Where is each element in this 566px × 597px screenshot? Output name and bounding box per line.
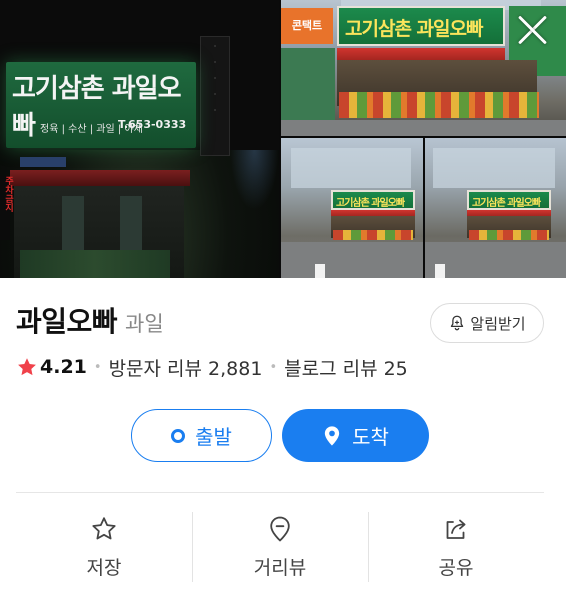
save-button-label: 저장 [86,556,122,579]
shop-awning [10,170,190,186]
separator-dot: • [269,359,278,375]
visitor-reviews-link[interactable]: 방문자 리뷰 2,881 [109,354,263,381]
origin-circle-icon [171,428,186,443]
road-marking [315,264,325,278]
depart-button[interactable]: 출발 [131,409,272,462]
neighbor-shop [281,48,335,128]
neighbor-sign-text: 콘택트 [291,19,323,32]
alarm-button[interactable]: 알림받기 [430,303,544,343]
produce-display [333,230,413,240]
star-icon [18,358,36,376]
share-icon [446,519,466,539]
share-button[interactable]: 공유 [368,512,544,582]
title-row: 과일오빠 과일 [16,300,164,340]
location-pin-icon [324,425,340,446]
photo-bottom-right[interactable]: 고기삼촌 과일오빠 [425,138,566,278]
storefront-sign-title: 고기삼촌 과일오빠 [345,18,483,40]
storefront-sign: 고기삼촌 과일오빠 [467,190,551,210]
storefront-sign: 고기삼촌 과일오빠 [337,6,505,46]
storefront-sign-title: 고기삼촌 과일오빠 [472,198,541,209]
shop-awning [337,48,505,60]
divider [16,492,544,493]
produce-display [339,92,539,118]
photo-gallery[interactable]: · · · · · 고기삼촌 과일오빠 정육 | 수산 | 과일 | 야채 T.653-… [0,0,566,278]
location-pin-outline-icon [270,516,290,541]
place-name: 과일오빠 [16,305,118,338]
star-outline-icon [92,516,116,539]
road-marking [435,264,445,278]
separator-dot: • [93,359,102,375]
no-parking-sign: 주차금지 [0,176,13,240]
save-button[interactable]: 저장 [16,512,192,582]
sidewalk [281,120,566,136]
storefront-sign-phone: T.653-0333 [118,118,187,131]
arrive-button[interactable]: 도착 [282,409,429,462]
street-view-button[interactable]: 거리뷰 [192,512,368,582]
photo-bottom-left[interactable]: 고기삼촌 과일오빠 [281,138,423,278]
produce-display [20,250,170,278]
road [281,242,423,278]
depart-button-label: 출발 [195,425,232,449]
road [425,242,566,278]
share-button-label: 공유 [438,556,474,579]
storefront-sign: 고기삼촌 과일오빠 정육 | 수산 | 과일 | 야채 T.653-0333 [6,62,196,148]
rating-row: 4.21 • 방문자 리뷰 2,881 • 블로그 리뷰 25 [16,352,408,382]
blog-reviews-link[interactable]: 블로그 리뷰 25 [284,354,408,381]
building-window [291,148,411,188]
photo-main[interactable]: · · · · · 고기삼촌 과일오빠 정육 | 수산 | 과일 | 야채 T.653-… [0,0,279,278]
shop-window [62,196,84,251]
street-light-glow [230,150,279,210]
rating-score: 4.21 [40,356,87,378]
street-sign [20,157,66,167]
close-button[interactable] [516,14,548,46]
building-sign-vertical: · · · · · [200,36,230,156]
place-category: 과일 [125,312,164,336]
street-view-button-label: 거리뷰 [253,556,307,579]
storefront-sign-title: 고기삼촌 과일오빠 [336,198,405,209]
arrive-button-label: 도착 [352,425,389,449]
produce-display [469,230,549,240]
storefront-sign: 고기삼촌 과일오빠 [331,190,415,210]
no-parking-sign-text: 주차금지 [3,176,13,212]
shop-window [120,196,142,251]
bottom-action-bar: 저장 거리뷰 공유 [16,512,544,582]
building-window [433,148,555,188]
bell-icon [451,315,464,331]
alarm-button-label: 알림받기 [470,314,526,333]
neighbor-sign: 콘택트 [281,8,333,44]
